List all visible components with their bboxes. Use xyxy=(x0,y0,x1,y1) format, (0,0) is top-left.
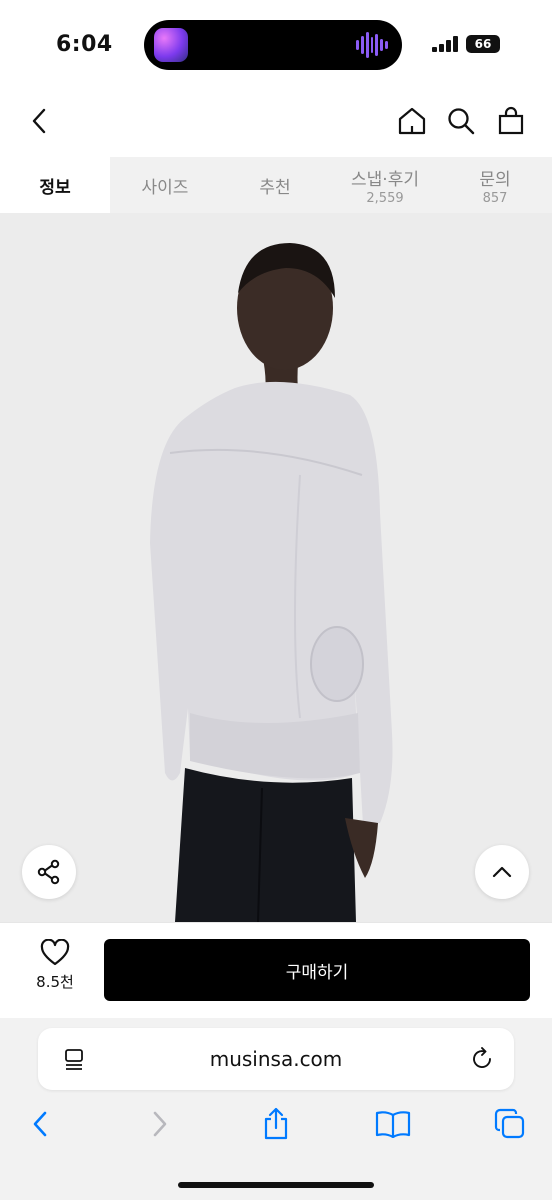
tab-count: 2,559 xyxy=(366,190,404,206)
chevron-left-icon xyxy=(32,108,46,134)
tab-label: 추천 xyxy=(259,177,291,198)
bookmarks-button[interactable] xyxy=(373,1104,413,1144)
browser-back-button[interactable] xyxy=(20,1104,60,1144)
reload-button[interactable] xyxy=(466,1043,498,1075)
tab-inquiry[interactable]: 문의 857 xyxy=(440,157,550,213)
top-navigation xyxy=(0,90,552,156)
page-menu-icon xyxy=(65,1049,83,1070)
share-icon xyxy=(37,859,60,885)
share-sheet-button[interactable] xyxy=(256,1104,296,1144)
search-icon xyxy=(448,108,475,135)
shopping-bag-icon xyxy=(498,106,524,135)
tab-label: 정보 xyxy=(39,177,71,198)
product-photo xyxy=(0,213,552,922)
audio-waveform-icon xyxy=(356,31,389,59)
share-button[interactable] xyxy=(22,845,76,899)
tab-label: 사이즈 xyxy=(141,177,189,198)
tabs-button[interactable] xyxy=(490,1104,530,1144)
url-text[interactable]: musinsa.com xyxy=(38,1028,514,1090)
product-image[interactable] xyxy=(0,213,552,922)
tab-label: 스냅·후기 xyxy=(351,169,419,190)
heart-icon xyxy=(40,939,70,966)
share-up-icon xyxy=(264,1107,288,1140)
home-indicator[interactable] xyxy=(178,1182,374,1188)
book-icon xyxy=(375,1111,411,1138)
search-button[interactable] xyxy=(444,104,478,138)
chevron-left-icon xyxy=(33,1111,47,1137)
product-tabs: 정보 사이즈 추천 스냅·후기 2,559 문의 857 xyxy=(0,157,552,213)
page-menu-button[interactable] xyxy=(58,1043,90,1075)
tab-label: 문의 xyxy=(479,169,511,190)
like-count: 8.5천 xyxy=(36,973,74,991)
chevron-right-icon xyxy=(153,1111,167,1137)
status-time: 6:04 xyxy=(56,32,113,57)
tab-info[interactable]: 정보 xyxy=(0,157,110,213)
home-button[interactable] xyxy=(395,104,429,138)
tab-recommend[interactable]: 추천 xyxy=(220,157,330,213)
battery-indicator: 66 xyxy=(466,35,500,53)
tab-count: 857 xyxy=(482,190,508,206)
browser-bottom-bar: musinsa.com xyxy=(0,1018,552,1200)
scroll-to-top-button[interactable] xyxy=(475,845,529,899)
browser-toolbar xyxy=(0,1104,552,1144)
reload-icon xyxy=(473,1047,491,1068)
dynamic-island[interactable] xyxy=(144,20,402,70)
back-button[interactable] xyxy=(22,104,56,138)
purchase-bar: 8.5천 구매하기 xyxy=(0,922,552,1018)
browser-forward-button[interactable] xyxy=(140,1104,180,1144)
cellular-signal-icon xyxy=(432,36,458,52)
status-bar: 6:04 66 xyxy=(0,0,552,90)
tab-size[interactable]: 사이즈 xyxy=(110,157,220,213)
tab-snap-review[interactable]: 스냅·후기 2,559 xyxy=(330,157,440,213)
home-icon xyxy=(398,107,426,135)
chevron-up-icon xyxy=(492,866,512,878)
address-bar[interactable]: musinsa.com xyxy=(38,1028,514,1090)
tabs-icon xyxy=(494,1108,525,1139)
like-button[interactable]: 8.5천 xyxy=(22,939,88,999)
now-playing-artwork-icon xyxy=(154,28,188,62)
cart-button[interactable] xyxy=(494,104,528,138)
buy-button[interactable]: 구매하기 xyxy=(104,939,530,1001)
